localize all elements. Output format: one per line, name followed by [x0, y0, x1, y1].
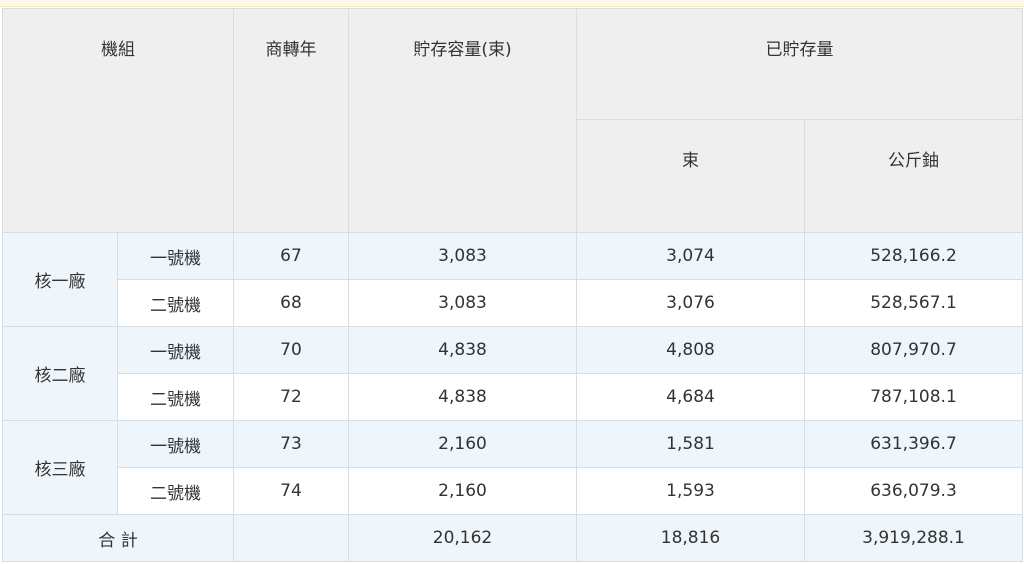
stored-kg-value: 636,079.3	[804, 467, 1023, 515]
commercial-year: 74	[233, 467, 349, 515]
stored-bundles-value: 1,593	[576, 467, 805, 515]
unit-name: 二號機	[117, 467, 234, 515]
header-stored-bundles: 束	[576, 119, 805, 233]
stored-kg-value: 631,396.7	[804, 420, 1023, 468]
spent-fuel-storage-table: 機組 商轉年 貯存容量(束) 已貯存量 束 公斤鈾 核一廠 一號機 67 3,0…	[2, 8, 1023, 562]
capacity-value: 3,083	[348, 279, 577, 327]
capacity-value: 2,160	[348, 467, 577, 515]
commercial-year: 70	[233, 326, 349, 374]
stored-bundles-value: 1,581	[576, 420, 805, 468]
capacity-value: 2,160	[348, 420, 577, 468]
stored-bundles-value: 4,808	[576, 326, 805, 374]
total-bundles: 18,816	[576, 514, 805, 562]
stored-bundles-value: 3,076	[576, 279, 805, 327]
commercial-year: 68	[233, 279, 349, 327]
plant-name: 核三廠	[2, 420, 118, 515]
header-row-1: 機組 商轉年 貯存容量(束) 已貯存量	[2, 8, 1023, 233]
table-row: 核二廠 一號機 70 4,838 4,808 807,970.7	[2, 326, 1023, 421]
stored-kg-value: 528,166.2	[804, 232, 1023, 280]
capacity-value: 4,838	[348, 373, 577, 421]
top-banner-strip	[0, 0, 1024, 7]
total-capacity: 20,162	[348, 514, 577, 562]
stored-kg-value: 787,108.1	[804, 373, 1023, 421]
stored-bundles-value: 3,074	[576, 232, 805, 280]
unit-name: 一號機	[117, 420, 234, 468]
header-stored: 已貯存量	[576, 8, 1023, 120]
total-label: 合 計	[2, 514, 234, 562]
stored-kg-value: 528,567.1	[804, 279, 1023, 327]
plant-name: 核一廠	[2, 232, 118, 327]
plant-name: 核二廠	[2, 326, 118, 421]
table-row: 二號機 68 3,083 3,076 528,567.1	[3, 279, 1023, 327]
commercial-year: 67	[233, 232, 349, 280]
total-year	[233, 514, 349, 562]
commercial-year: 73	[233, 420, 349, 468]
header-commercial-year: 商轉年	[233, 8, 349, 233]
unit-name: 一號機	[117, 326, 234, 374]
table-row: 核三廠 一號機 73 2,160 1,581 631,396.7	[2, 420, 1023, 515]
header-capacity: 貯存容量(束)	[348, 8, 577, 233]
table-row: 二號機 72 4,838 4,684 787,108.1	[3, 373, 1023, 421]
table-row: 二號機 74 2,160 1,593 636,079.3	[3, 467, 1023, 515]
capacity-value: 3,083	[348, 232, 577, 280]
stored-kg-value: 807,970.7	[804, 326, 1023, 374]
header-unit: 機組	[2, 8, 234, 233]
total-row: 合 計 20,162 18,816 3,919,288.1	[2, 514, 1023, 562]
capacity-value: 4,838	[348, 326, 577, 374]
header-stored-kg: 公斤鈾	[804, 119, 1023, 233]
stored-bundles-value: 4,684	[576, 373, 805, 421]
table-row: 核一廠 一號機 67 3,083 3,074 528,166.2	[2, 232, 1023, 327]
unit-name: 二號機	[117, 279, 234, 327]
commercial-year: 72	[233, 373, 349, 421]
total-kg: 3,919,288.1	[804, 514, 1023, 562]
unit-name: 一號機	[117, 232, 234, 280]
unit-name: 二號機	[117, 373, 234, 421]
